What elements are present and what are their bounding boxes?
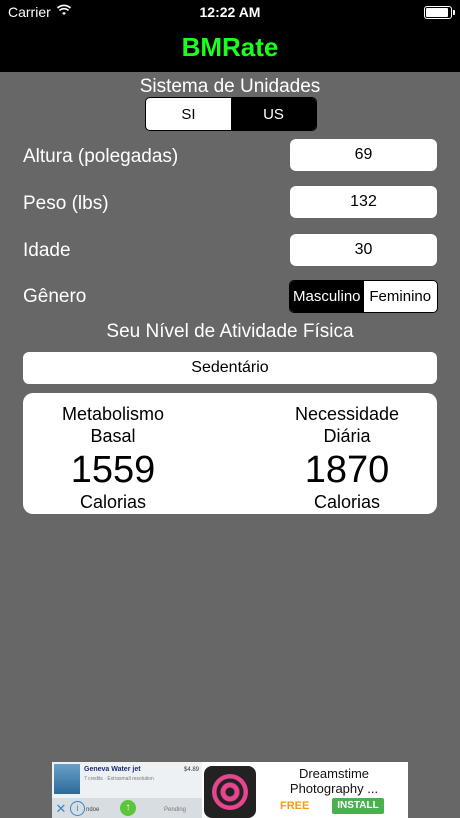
age-input[interactable] (290, 234, 437, 266)
unit-option-us[interactable]: US (231, 98, 316, 130)
daily-need-result: Necessidade Diária 1870 Calorias (257, 403, 437, 513)
unit-system-label: Sistema de Unidades (139, 76, 321, 97)
ad-banner[interactable]: Geneva Water jet 7 credits · Extrasmall … (52, 762, 408, 818)
ad-download-icon: ↑ (120, 800, 136, 816)
gender-label: Gênero (23, 286, 87, 307)
unit-option-si[interactable]: SI (146, 98, 231, 130)
basal-metabolism-result: Metabolismo Basal 1559 Calorias (23, 403, 203, 513)
ad-close-icon[interactable]: ✕ (54, 802, 68, 816)
ad-app-name: Geneva Water jet (84, 766, 141, 773)
gender-segmented-control: Masculino Feminino (289, 280, 438, 313)
clock: 12:22 AM (199, 4, 261, 20)
ad-app-subtitle: 7 credits · Extrasmall resolution (84, 776, 154, 782)
daily-value: 1870 (304, 449, 390, 491)
ad-price: $4.89 (184, 767, 200, 773)
ad-thumbnail-image (54, 764, 80, 794)
status-bar: Carrier 12:22 AM (0, 0, 460, 24)
ad-app-icon (204, 766, 256, 818)
app-title: BMRate (181, 32, 279, 62)
ad-info-icon[interactable]: i (70, 801, 85, 816)
basal-unit: Calorias (79, 492, 147, 512)
ad-spiral-icon (212, 774, 248, 810)
ad-install-button[interactable]: INSTALL (332, 798, 384, 814)
battery-icon (424, 6, 455, 19)
height-input[interactable] (290, 139, 437, 171)
basal-label-line1: Metabolismo (61, 404, 165, 424)
basal-label-line2: Basal (90, 426, 136, 446)
activity-level-label: Seu Nível de Atividade Física (106, 321, 354, 342)
gender-option-male[interactable]: Masculino (290, 281, 364, 312)
results-card: Metabolismo Basal 1559 Calorias Necessid… (23, 393, 437, 514)
ad-store-text: ndoe (86, 807, 100, 813)
unit-system-segmented-control: SI US (145, 97, 317, 131)
activity-level-selector[interactable]: Sedentário (23, 352, 437, 384)
ad-pending-text: Pending (164, 807, 187, 813)
battery-fill (426, 8, 448, 17)
ad-free-label: FREE (280, 800, 310, 812)
daily-label-line2: Diária (323, 426, 371, 446)
ad-preview: Geneva Water jet 7 credits · Extrasmall … (52, 762, 202, 818)
weight-label: Peso (lbs) (23, 193, 109, 214)
gender-option-female[interactable]: Feminino (364, 281, 438, 312)
age-label: Idade (23, 240, 71, 261)
basal-value: 1559 (70, 449, 156, 491)
daily-label-line1: Necessidade (294, 404, 400, 424)
weight-input[interactable] (290, 186, 437, 218)
ad-title: Dreamstime Photography ... (289, 766, 379, 796)
height-label: Altura (polegadas) (23, 146, 179, 167)
daily-unit: Calorias (313, 492, 381, 512)
nav-bar: BMRate (0, 24, 460, 72)
